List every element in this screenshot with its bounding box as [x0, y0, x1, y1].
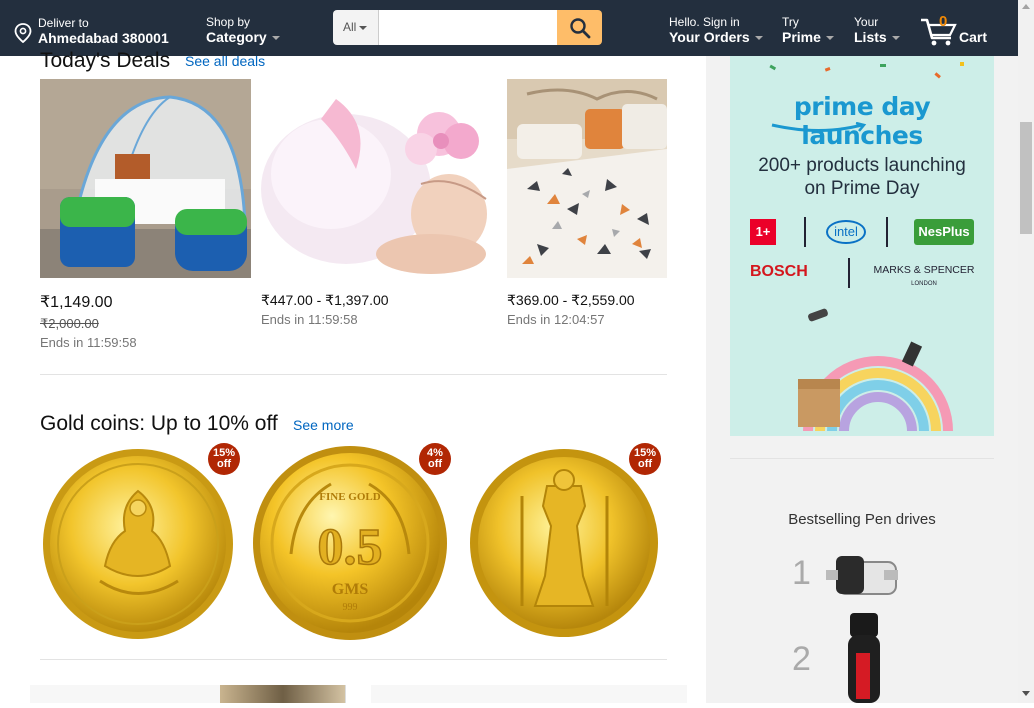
marks-spencer-logo: MARKS & SPENCER LONDON — [873, 264, 975, 287]
cart-count: 0 — [939, 13, 948, 30]
deal-ends-timer: Ends in 12:04:57 — [507, 312, 605, 327]
sandisk-dual-drive-illustration — [826, 556, 898, 595]
prime-label: Prime — [782, 29, 821, 45]
search-scope-dropdown[interactable]: All — [333, 10, 379, 45]
pen-drive-image-1[interactable] — [824, 548, 902, 600]
discount-badge: 4% off — [419, 443, 451, 475]
chevron-down-icon — [271, 36, 280, 41]
search-bar: All — [333, 10, 602, 45]
gold-coin-lakshmi — [43, 449, 233, 639]
deliver-location: Ahmedabad 380001 — [38, 30, 169, 46]
rainbow-gifts-illustration — [798, 308, 953, 432]
mosquito-net-illustration — [40, 79, 251, 278]
top-nav-bar: Deliver to Ahmedabad 380001 Shop by Cate… — [0, 0, 1018, 56]
coin-value-text: 0.5 — [318, 519, 383, 576]
deal-ends-timer: Ends in 11:59:58 — [261, 312, 358, 327]
account-orders-menu[interactable]: Hello. Sign in Your Orders — [669, 16, 763, 45]
promo-subtitle-line1: 200+ products launching — [758, 155, 966, 176]
pen-drive-image-2[interactable] — [844, 609, 884, 703]
bottom-card-right[interactable] — [371, 685, 687, 703]
rank-number: 1 — [792, 554, 811, 592]
deal-price: ₹1,149.00 — [40, 294, 113, 311]
section-divider — [40, 659, 667, 660]
todays-deals-title: Today's Deals — [40, 49, 171, 72]
chevron-down-icon — [754, 36, 763, 41]
deal-image-baby-tutu[interactable] — [261, 79, 493, 278]
search-input[interactable] — [379, 10, 557, 45]
confetti-decoration — [769, 62, 964, 79]
intel-logo: intel — [826, 220, 866, 244]
discount-off: off — [216, 458, 232, 470]
discount-badge: 15% off — [629, 443, 661, 475]
gold-coins-title: Gold coins: Up to 10% off — [40, 412, 278, 435]
deliver-to-label: Deliver to — [38, 16, 89, 30]
chevron-down-icon — [359, 25, 368, 30]
shop-by-category[interactable]: Shop by Category — [206, 16, 280, 45]
deal-image-mosquito-net[interactable] — [40, 79, 251, 278]
bedsheet-illustration — [507, 79, 667, 278]
oneplus-logo: 1+ — [750, 219, 776, 245]
gold-coin-half-gram: FINE GOLD 0.5 GMS 999 — [253, 446, 447, 640]
promo-title: prime day launches — [793, 92, 931, 150]
deal-image-bedsheet[interactable] — [507, 79, 667, 278]
scrollbar-thumb[interactable] — [1020, 122, 1032, 234]
section-divider — [40, 374, 667, 375]
promo-subtitle: 200+ products launching on Prime Day — [730, 154, 994, 200]
search-scope-label: All — [343, 20, 357, 34]
gold-coin-image-3[interactable] — [467, 446, 661, 640]
coin-top-text: FINE GOLD — [319, 491, 380, 503]
hello-sign-in: Hello. Sign in — [669, 15, 740, 29]
promo-subtitle-line2: on Prime Day — [804, 178, 920, 199]
chevron-down-icon — [891, 36, 900, 41]
rank-number: 2 — [792, 640, 811, 678]
gold-coin-image-2[interactable]: FINE GOLD 0.5 GMS 999 — [251, 444, 449, 642]
scroll-up-arrow-icon[interactable] — [1022, 4, 1030, 9]
bosch-logo: BOSCH — [750, 263, 808, 280]
cart-label: Cart — [959, 29, 988, 45]
lists-label: Lists — [854, 29, 887, 45]
scroll-down-arrow-icon[interactable] — [1022, 691, 1030, 696]
search-icon — [569, 17, 590, 38]
deal-price: ₹369.00 - ₹2,559.00 — [507, 292, 635, 308]
discount-badge: 15% off — [208, 443, 240, 475]
see-all-deals-link[interactable]: See all deals — [185, 53, 265, 69]
main-content: Today's Deals See all deals ₹1,149.00 ₹2… — [0, 49, 706, 703]
your-orders-label: Your Orders — [669, 29, 750, 45]
bottom-card-left[interactable] — [30, 685, 346, 703]
bestselling-title: Bestselling Pen drives — [788, 511, 936, 528]
search-button[interactable] — [557, 10, 602, 45]
deal-price: ₹447.00 - ₹1,397.00 — [261, 292, 389, 308]
try-label: Try — [782, 15, 799, 29]
prime-day-promo-banner[interactable]: prime day launches 200+ products launchi… — [730, 56, 994, 436]
right-sidebar: prime day launches 200+ products launchi… — [706, 56, 1018, 703]
sidebar-divider — [730, 458, 994, 459]
coin-unit-text: GMS — [332, 581, 369, 598]
category-label: Category — [206, 29, 267, 45]
your-label: Your — [854, 15, 879, 29]
coin-purity-text: 999 — [343, 602, 358, 613]
gold-coin-deity — [470, 449, 658, 637]
nesplus-logo: NesPlus — [914, 219, 974, 245]
discount-off: off — [427, 458, 443, 470]
shop-by-label: Shop by — [206, 15, 251, 29]
gold-coin-image-1[interactable] — [40, 446, 238, 642]
location-pin-icon — [14, 23, 32, 43]
deal-ends-timer: Ends in 11:59:58 — [40, 335, 137, 350]
discount-off: off — [637, 458, 653, 470]
page-scrollbar[interactable] — [1018, 0, 1034, 703]
deal-old-price: ₹2,000.00 — [40, 316, 99, 331]
cart-button[interactable]: 0 Cart — [920, 13, 1000, 47]
chevron-down-icon — [825, 36, 834, 41]
baby-tutu-illustration — [261, 99, 487, 274]
sandisk-cruzer-illustration — [848, 613, 880, 703]
amazon-smile-icon — [771, 122, 867, 132]
try-prime-menu[interactable]: Try Prime — [782, 16, 834, 45]
your-lists-menu[interactable]: Your Lists — [854, 16, 900, 45]
see-more-gold-link[interactable]: See more — [293, 417, 354, 433]
